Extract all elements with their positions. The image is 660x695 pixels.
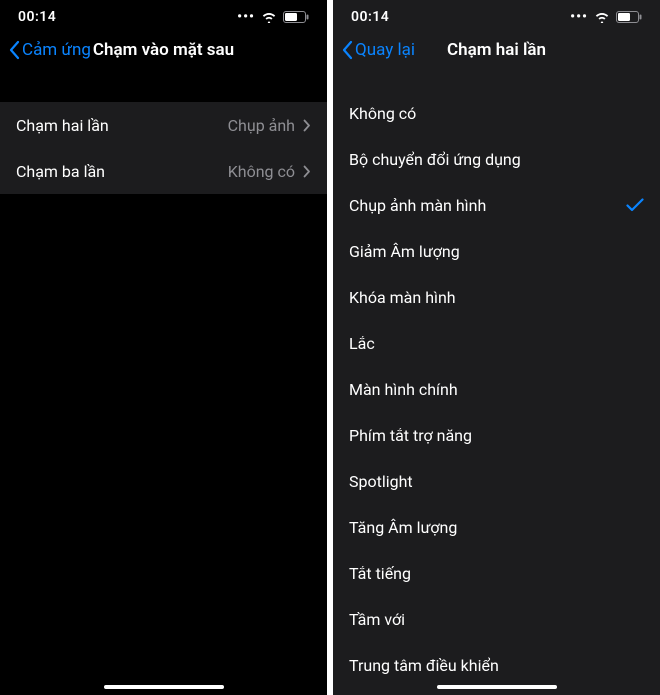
chevron-left-icon xyxy=(8,40,20,60)
row-right xyxy=(626,198,644,212)
row-label: Chạm hai lần xyxy=(16,116,109,135)
option-row[interactable]: Tầm với xyxy=(333,596,660,642)
row-label: Giảm Âm lượng xyxy=(349,242,460,261)
battery-icon xyxy=(616,11,642,23)
row-label: Tăng Âm lượng xyxy=(349,518,457,537)
row-label: Khóa màn hình xyxy=(349,288,456,307)
option-row[interactable]: Spotlight xyxy=(333,458,660,504)
checkmark-icon xyxy=(626,198,644,212)
status-time: 00:14 xyxy=(351,9,389,25)
row-right: Không có xyxy=(228,162,311,181)
option-row[interactable]: Tăng Âm lượng xyxy=(333,504,660,550)
option-row[interactable]: Trung tâm thông báo xyxy=(333,688,660,695)
option-row[interactable]: Lắc xyxy=(333,320,660,366)
options-section: Không có Bộ chuyển đổi ứng dụng Chụp ảnh m… xyxy=(333,90,660,695)
settings-section: Chạm hai lần Chụp ảnh Chạm ba lần Không có xyxy=(0,102,327,194)
home-indicator[interactable] xyxy=(437,685,557,689)
row-label: Chụp ảnh màn hình xyxy=(349,196,486,215)
chevron-right-icon xyxy=(303,119,311,132)
option-row[interactable]: Trung tâm điều khiển xyxy=(333,642,660,688)
battery-icon xyxy=(283,11,309,23)
option-row[interactable]: Chụp ảnh màn hình xyxy=(333,182,660,228)
row-label: Bộ chuyển đổi ứng dụng xyxy=(349,150,521,169)
chevron-left-icon xyxy=(341,40,353,60)
back-button[interactable]: Quay lại xyxy=(341,40,415,60)
row-right: Chụp ảnh xyxy=(228,116,311,135)
row-value: Không có xyxy=(228,162,295,181)
wifi-icon xyxy=(594,11,610,23)
wifi-icon xyxy=(261,11,277,23)
row-label: Màn hình chính xyxy=(349,380,458,399)
option-row[interactable]: Giảm Âm lượng xyxy=(333,228,660,274)
nav-bar: Cảm ứng Chạm vào mặt sau xyxy=(0,28,327,72)
page-title: Chạm hai lần xyxy=(447,40,546,60)
nav-bar: Quay lại Chạm hai lần xyxy=(333,28,660,72)
home-indicator[interactable] xyxy=(104,685,224,689)
signal-ellipsis-icon: ••• xyxy=(237,9,255,25)
status-icons: ••• xyxy=(237,9,309,25)
option-row[interactable]: Khóa màn hình xyxy=(333,274,660,320)
row-label: Spotlight xyxy=(349,472,413,491)
back-button[interactable]: Cảm ứng xyxy=(8,40,91,60)
option-row[interactable]: Bộ chuyển đổi ứng dụng xyxy=(333,136,660,182)
back-label: Quay lại xyxy=(355,40,415,60)
option-row[interactable]: Màn hình chính xyxy=(333,366,660,412)
row-value: Chụp ảnh xyxy=(228,116,295,135)
chevron-right-icon xyxy=(303,165,311,178)
row-label: Trung tâm điều khiển xyxy=(349,656,499,675)
status-icons: ••• xyxy=(570,9,642,25)
phone-screen-right: 00:14 ••• Quay lại Chạm hai lần Không có… xyxy=(333,0,660,695)
status-time: 00:14 xyxy=(18,9,56,25)
phone-screen-left: 00:14 ••• Cảm ứng Chạm vào mặt sau Chạm … xyxy=(0,0,327,695)
row-label: Tầm với xyxy=(349,610,405,629)
settings-row[interactable]: Chạm ba lần Không có xyxy=(0,148,327,194)
row-label: Lắc xyxy=(349,334,375,353)
row-label: Phím tắt trợ năng xyxy=(349,426,472,445)
option-row[interactable]: Tắt tiếng xyxy=(333,550,660,596)
row-label: Chạm ba lần xyxy=(16,162,105,181)
option-row[interactable]: Phím tắt trợ năng xyxy=(333,412,660,458)
page-title: Chạm vào mặt sau xyxy=(93,40,234,60)
row-label: Tắt tiếng xyxy=(349,564,411,583)
status-bar: 00:14 ••• xyxy=(333,0,660,28)
option-row[interactable]: Không có xyxy=(333,90,660,136)
row-label: Không có xyxy=(349,104,416,123)
back-label: Cảm ứng xyxy=(22,40,91,60)
signal-ellipsis-icon: ••• xyxy=(570,9,588,25)
settings-row[interactable]: Chạm hai lần Chụp ảnh xyxy=(0,102,327,148)
status-bar: 00:14 ••• xyxy=(0,0,327,28)
